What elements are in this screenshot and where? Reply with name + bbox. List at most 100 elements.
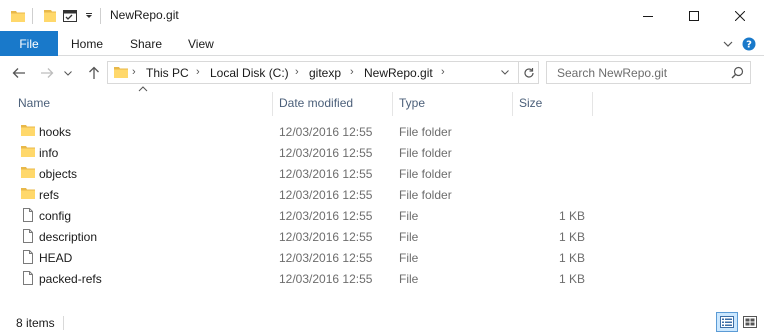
breadcrumb-newrepo[interactable]: NewRepo.git — [364, 66, 433, 80]
minimize-button[interactable] — [625, 0, 671, 31]
file-date: 12/03/2016 12:55 — [279, 146, 373, 160]
file-size: 1 KB — [558, 230, 585, 244]
folder-icon — [20, 144, 36, 162]
large-icons-view-icon — [743, 316, 757, 328]
maximize-icon — [689, 10, 699, 21]
up-arrow-icon — [89, 66, 99, 79]
file-row-info[interactable]: info 12/03/2016 12:55 File folder — [0, 142, 764, 163]
file-type: File — [399, 230, 419, 244]
file-name: description — [39, 230, 98, 244]
breadcrumb-gitexp[interactable]: gitexp — [309, 66, 341, 80]
file-date: 12/03/2016 12:55 — [279, 209, 373, 223]
file-size: 1 KB — [558, 251, 585, 265]
column-name[interactable]: Name — [12, 90, 272, 116]
file-icon — [20, 270, 36, 289]
folder-icon — [20, 123, 36, 141]
status-bar: 8 items — [0, 310, 764, 334]
column-date-modified[interactable]: Date modified — [273, 90, 391, 116]
expand-ribbon-chevron-down-icon[interactable] — [720, 31, 736, 56]
status-divider — [63, 316, 64, 330]
customize-toolbar-chevron-down-icon[interactable] — [84, 0, 94, 31]
separator — [32, 0, 33, 31]
file-type: File — [399, 251, 419, 265]
tab-share[interactable]: Share — [130, 31, 162, 56]
back-arrow-icon — [12, 68, 25, 78]
file-row-description[interactable]: description 12/03/2016 12:55 File 1 KB — [0, 226, 764, 247]
file-name: config — [39, 209, 72, 223]
column-divider[interactable] — [592, 92, 593, 116]
help-icon[interactable]: ? — [740, 31, 758, 56]
svg-text:?: ? — [746, 39, 752, 50]
refresh-icon — [524, 67, 534, 78]
breadcrumb-separator-icon[interactable]: › — [196, 66, 200, 78]
folder-icon — [20, 165, 36, 183]
new-folder-icon[interactable] — [42, 0, 58, 31]
file-row-refs[interactable]: refs 12/03/2016 12:55 File folder — [0, 184, 764, 205]
file-icon — [20, 207, 36, 226]
forward-button[interactable] — [36, 62, 58, 84]
title-bar: NewRepo.git — [0, 0, 764, 31]
forward-arrow-icon — [41, 68, 54, 78]
breadcrumb-separator-icon[interactable]: › — [350, 66, 354, 78]
tab-view[interactable]: View — [188, 31, 214, 56]
file-date: 12/03/2016 12:55 — [279, 230, 373, 244]
file-row-packed-refs[interactable]: packed-refs 12/03/2016 12:55 File 1 KB — [0, 268, 764, 289]
back-button[interactable] — [8, 62, 30, 84]
file-name: objects — [39, 167, 78, 181]
item-count: 8 items — [16, 316, 55, 330]
window-title: NewRepo.git — [110, 8, 179, 22]
file-name: info — [39, 146, 59, 160]
search-box[interactable] — [546, 61, 751, 84]
folder-icon — [20, 186, 36, 204]
file-size: 1 KB — [558, 209, 585, 223]
tab-home[interactable]: Home — [71, 31, 103, 56]
file-date: 12/03/2016 12:55 — [279, 251, 373, 265]
details-view-icon — [720, 316, 734, 328]
column-size[interactable]: Size — [513, 90, 591, 116]
large-icons-view-button[interactable] — [739, 312, 761, 332]
properties-icon[interactable] — [62, 0, 78, 31]
app-folder-icon — [10, 0, 26, 31]
file-name: packed-refs — [39, 272, 102, 286]
refresh-button[interactable] — [518, 61, 539, 84]
close-icon — [735, 10, 745, 21]
file-type: File — [399, 272, 419, 286]
up-button[interactable] — [83, 62, 105, 84]
ribbon-tabs: File Home Share View ? — [0, 31, 764, 56]
column-type[interactable]: Type — [393, 90, 511, 116]
folder-icon — [113, 65, 129, 83]
breadcrumb-separator-icon[interactable]: › — [441, 66, 445, 78]
file-name: hooks — [39, 125, 72, 139]
file-row-head[interactable]: HEAD 12/03/2016 12:55 File 1 KB — [0, 247, 764, 268]
maximize-button[interactable] — [671, 0, 717, 31]
breadcrumb-this-pc[interactable]: This PC — [146, 66, 189, 80]
tab-file[interactable]: File — [0, 31, 58, 56]
file-date: 12/03/2016 12:55 — [279, 272, 373, 286]
file-icon — [20, 249, 36, 268]
details-view-button[interactable] — [716, 312, 738, 332]
breadcrumb-local-disk[interactable]: Local Disk (C:) — [210, 66, 289, 80]
file-type: File folder — [399, 167, 452, 181]
search-icon[interactable] — [731, 66, 744, 82]
column-header-row: Name Date modified Type Size — [0, 90, 764, 116]
close-button[interactable] — [717, 0, 763, 31]
file-type: File folder — [399, 146, 452, 160]
address-history-button[interactable] — [494, 61, 516, 84]
breadcrumb-separator-icon[interactable]: › — [132, 66, 136, 78]
recent-locations-button[interactable] — [60, 62, 76, 84]
file-row-hooks[interactable]: hooks 12/03/2016 12:55 File folder — [0, 121, 764, 142]
file-date: 12/03/2016 12:55 — [279, 188, 373, 202]
file-name: refs — [39, 188, 60, 202]
address-bar[interactable]: › This PC › Local Disk (C:) › gitexp › N… — [107, 61, 539, 84]
search-input[interactable] — [557, 65, 722, 81]
file-name: HEAD — [39, 251, 73, 265]
file-icon — [20, 228, 36, 247]
file-type: File folder — [399, 188, 452, 202]
file-row-config[interactable]: config 12/03/2016 12:55 File 1 KB — [0, 205, 764, 226]
file-date: 12/03/2016 12:55 — [279, 125, 373, 139]
file-size: 1 KB — [558, 272, 585, 286]
file-row-objects[interactable]: objects 12/03/2016 12:55 File folder — [0, 163, 764, 184]
breadcrumb-separator-icon[interactable]: › — [295, 66, 299, 78]
title-separator — [100, 0, 101, 31]
chevron-down-icon — [64, 70, 72, 76]
